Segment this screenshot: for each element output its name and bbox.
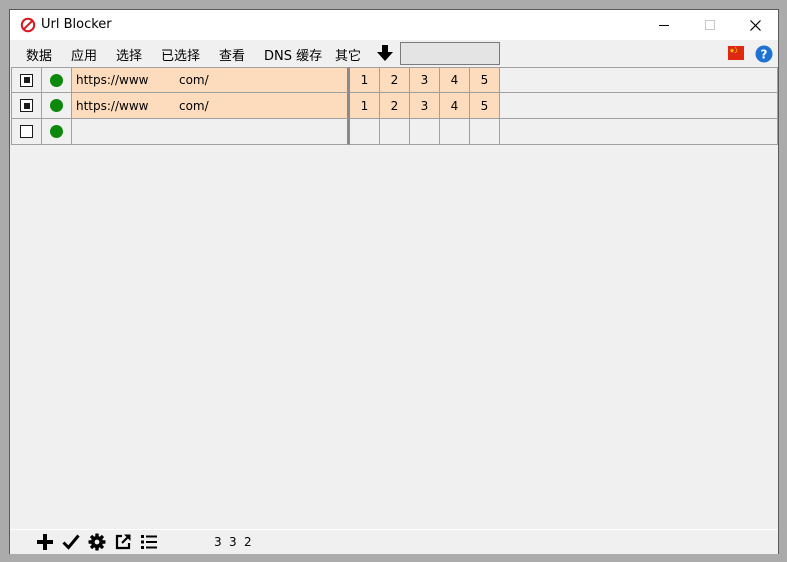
num-cell[interactable] [380, 119, 410, 145]
empty-cell [500, 93, 778, 119]
close-icon [749, 19, 761, 31]
row-checkbox[interactable] [20, 73, 33, 87]
num-cell[interactable]: 4 [440, 67, 470, 93]
url-cell-empty[interactable] [72, 119, 350, 145]
maximize-icon [705, 20, 715, 30]
status-cell [42, 67, 72, 93]
row-checkbox-cell[interactable] [11, 119, 42, 145]
num-cell[interactable]: 3 [410, 93, 440, 119]
num-cell[interactable] [440, 119, 470, 145]
status-cell [42, 93, 72, 119]
status-count: 3 [214, 535, 222, 549]
num-cell[interactable]: 5 [470, 93, 500, 119]
menu-item-data[interactable]: 数据 [26, 45, 52, 64]
menu-item-view[interactable]: 查看 [219, 45, 245, 64]
url-cell[interactable]: https://www com/ [72, 93, 350, 119]
num-cell[interactable]: 2 [380, 67, 410, 93]
list-icon[interactable] [140, 533, 158, 551]
no-entry-icon [20, 17, 36, 33]
num-cell[interactable] [410, 119, 440, 145]
help-icon[interactable]: ? [755, 45, 773, 63]
status-green-icon [50, 125, 63, 138]
num-cell[interactable] [470, 119, 500, 145]
status-cell [42, 119, 72, 145]
title-bar[interactable]: Url Blocker [10, 10, 778, 40]
num-cell[interactable] [350, 119, 380, 145]
url-cell[interactable]: https://www com/ [72, 67, 350, 93]
status-bar: 3 3 2 [10, 529, 778, 554]
status-green-icon [50, 99, 63, 112]
num-cell[interactable]: 1 [350, 67, 380, 93]
table-row-new[interactable] [11, 119, 778, 145]
gear-icon[interactable] [88, 533, 106, 551]
menu-item-selected[interactable]: 已选择 [161, 45, 200, 64]
num-cell[interactable]: 1 [350, 93, 380, 119]
row-checkbox[interactable] [20, 99, 33, 112]
empty-cell [500, 67, 778, 93]
menu-item-apply[interactable]: 应用 [71, 45, 97, 64]
menu-bar: 数据 应用 选择 已选择 查看 DNS 缓存 其它 ? [10, 40, 778, 67]
empty-cell [500, 119, 778, 145]
plus-icon[interactable] [36, 533, 54, 551]
window-title: Url Blocker [41, 17, 112, 32]
status-count: 2 [244, 535, 252, 549]
menu-search-input[interactable] [400, 42, 500, 65]
url-grid: https://www com/ 1 2 3 4 5 https://www c… [11, 67, 778, 145]
app-window: Url Blocker 数据 应用 选择 已选择 查看 DNS 缓存 其它 ? … [9, 9, 779, 554]
status-green-icon [50, 73, 63, 87]
num-cell[interactable]: 2 [380, 93, 410, 119]
num-cell[interactable]: 5 [470, 67, 500, 93]
table-row[interactable]: https://www com/ 1 2 3 4 5 [11, 67, 778, 93]
check-icon[interactable] [62, 533, 80, 551]
minimize-icon [659, 25, 669, 26]
status-count: 3 [229, 535, 237, 549]
close-button[interactable] [732, 10, 778, 40]
minimize-button[interactable] [641, 10, 687, 40]
menu-item-other[interactable]: 其它 [335, 45, 361, 64]
menu-item-dns-cache[interactable]: DNS 缓存 [264, 45, 322, 64]
row-checkbox-cell[interactable] [11, 67, 42, 93]
num-cell[interactable]: 4 [440, 93, 470, 119]
menu-item-select[interactable]: 选择 [116, 45, 142, 64]
china-flag-icon[interactable] [728, 46, 744, 60]
external-link-icon[interactable] [114, 533, 132, 551]
svg-text:?: ? [761, 48, 768, 62]
row-checkbox-cell[interactable] [11, 93, 42, 119]
arrow-down-icon[interactable] [376, 44, 394, 62]
table-row[interactable]: https://www com/ 1 2 3 4 5 [11, 93, 778, 119]
maximize-button[interactable] [687, 10, 733, 40]
num-cell[interactable]: 3 [410, 67, 440, 93]
row-checkbox-unchecked[interactable] [20, 125, 33, 138]
